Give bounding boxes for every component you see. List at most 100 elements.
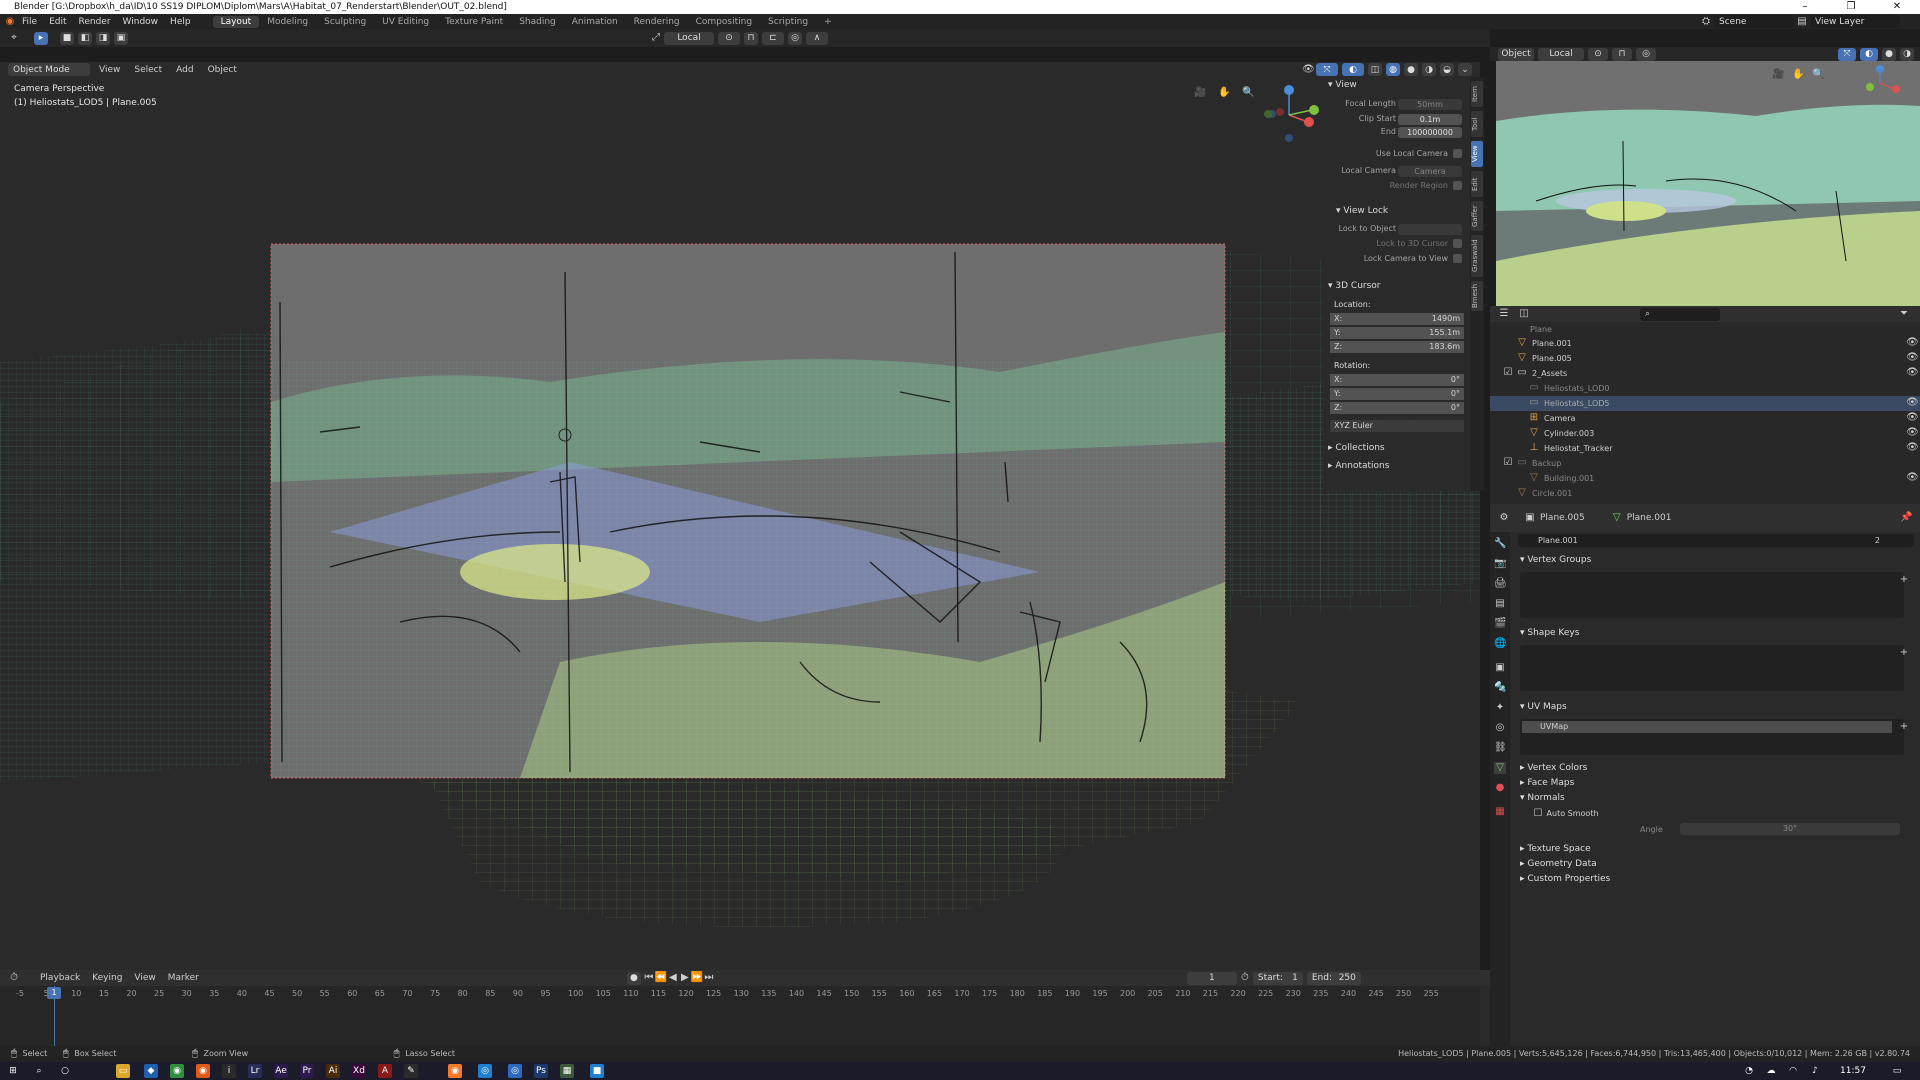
wifi-icon[interactable]: ◠ xyxy=(1786,1064,1800,1078)
outliner-row-plane-001[interactable]: ▽ Plane.001 👁 xyxy=(1490,336,1920,351)
outliner-row-heliostat-tracker[interactable]: ⊥ Heliostat_Tracker 👁 xyxy=(1490,441,1920,456)
face-maps-header[interactable]: ▸ Face Maps xyxy=(1520,778,1574,788)
visibility-eye-icon[interactable]: 👁 xyxy=(1906,337,1919,349)
start-frame-field[interactable]: Start: 1 xyxy=(1252,971,1303,985)
firefox-icon[interactable]: ◉ xyxy=(196,1064,210,1078)
snap-toggle[interactable]: ⊓ xyxy=(744,31,758,45)
tab-compositing[interactable]: Compositing xyxy=(688,16,760,28)
view-layer-selector[interactable]: View Layer xyxy=(1810,15,1900,28)
navigation-gizmo[interactable] xyxy=(1254,80,1324,150)
transform-orientation-dropdown[interactable]: Local xyxy=(664,31,714,45)
security-icon[interactable]: ◆ xyxy=(144,1064,158,1078)
constraints-tab-icon[interactable]: ⛓ xyxy=(1494,742,1507,754)
after-effects-icon[interactable]: Ae xyxy=(274,1064,288,1078)
preview-shading-material[interactable]: ◑ xyxy=(1900,47,1914,61)
jump-start-icon[interactable]: ⏮ xyxy=(643,972,655,984)
play-icon[interactable]: ▶ xyxy=(679,972,691,984)
proportional-falloff-dropdown[interactable]: ∧ xyxy=(806,31,828,45)
shape-keys-list[interactable] xyxy=(1520,645,1904,691)
outliner-row-circle-001[interactable]: ▽ Circle.001 xyxy=(1490,486,1920,501)
view-lock-section-header[interactable]: ▾ View Lock xyxy=(1336,206,1388,216)
preview-overlay-toggle[interactable]: ◐ xyxy=(1860,47,1878,61)
jump-end-icon[interactable]: ⏭ xyxy=(703,972,715,984)
minimize-button[interactable]: – xyxy=(1782,0,1828,14)
search-icon[interactable]: ⌕ xyxy=(32,1064,46,1078)
info-app-icon[interactable]: i xyxy=(222,1064,236,1078)
user-count[interactable]: 2 xyxy=(1875,534,1880,547)
collection-checkbox[interactable]: ☑ xyxy=(1502,457,1514,469)
record-button[interactable]: ● xyxy=(626,971,641,985)
outliner-row-heliostats-lod0[interactable]: ▭ Heliostats_LOD0 xyxy=(1490,381,1920,396)
cursor-location-z[interactable]: Z: 183.6m xyxy=(1330,341,1464,353)
collection-checkbox[interactable]: ☑ xyxy=(1502,367,1514,379)
lock-to-object-field[interactable] xyxy=(1398,224,1462,235)
preview-snap-toggle[interactable]: ⊓ xyxy=(1612,47,1632,61)
camera-view-icon[interactable]: 🎥 xyxy=(1194,87,1206,99)
properties-data-name[interactable]: Plane.001 xyxy=(1627,513,1672,523)
vertex-colors-header[interactable]: ▸ Vertex Colors xyxy=(1520,763,1587,773)
visibility-eye-icon[interactable]: 👁 xyxy=(1906,442,1919,454)
sidebar-tab-bmesh[interactable]: Bmesh xyxy=(1471,281,1483,311)
preview-mode-dropdown[interactable]: Object xyxy=(1498,47,1534,61)
timeline-menu-playback[interactable]: Playback xyxy=(34,973,86,983)
lock-to-cursor-checkbox[interactable] xyxy=(1453,239,1462,248)
pan-hand-icon[interactable]: ✋ xyxy=(1218,87,1230,99)
vertex-groups-header[interactable]: ▾ Vertex Groups xyxy=(1520,555,1591,565)
data-tab-icon[interactable]: ▽ xyxy=(1494,762,1506,774)
preview-range-icon[interactable]: ⏱ xyxy=(1239,972,1251,984)
tool-tab-icon[interactable]: 🔧 xyxy=(1494,538,1506,550)
add-workspace-button[interactable]: + xyxy=(816,16,840,28)
collections-section-header[interactable]: ▸ Collections xyxy=(1328,443,1385,453)
add-uv-map-button[interactable]: + xyxy=(1898,721,1910,733)
focal-length-field[interactable]: 50mm xyxy=(1398,99,1462,110)
shading-solid-button[interactable]: ● xyxy=(1404,63,1418,76)
sidebar-tab-edit[interactable]: Edit xyxy=(1471,171,1483,197)
outliner-row-plane[interactable]: Plane xyxy=(1490,322,1920,337)
add-vertex-group-button[interactable]: + xyxy=(1898,574,1910,586)
shading-options-dropdown[interactable]: ⌄ xyxy=(1458,63,1472,76)
select-mode-new-button[interactable]: ■ xyxy=(60,31,74,45)
preview-zoom-icon[interactable]: 🔍 xyxy=(1812,69,1824,81)
uv-maps-list[interactable]: UVMap xyxy=(1520,719,1904,755)
outliner-display-mode-icon[interactable]: ◫ xyxy=(1518,308,1530,320)
playhead-frame-badge[interactable]: 1 xyxy=(47,987,61,999)
menu-window[interactable]: Window xyxy=(117,17,165,27)
acrobat-icon[interactable]: A xyxy=(378,1064,392,1078)
blender-logo-icon[interactable]: ◉ xyxy=(4,16,16,28)
clock[interactable]: 11:57 xyxy=(1840,1064,1866,1078)
rotation-mode-dropdown[interactable]: XYZ Euler xyxy=(1330,420,1464,432)
local-camera-field[interactable]: Camera xyxy=(1398,166,1462,177)
texture-space-header[interactable]: ▸ Texture Space xyxy=(1520,844,1591,854)
viewport-menu-select[interactable]: Select xyxy=(127,65,169,75)
app-icon-blue-2[interactable]: ◎ xyxy=(508,1064,522,1078)
shape-keys-header[interactable]: ▾ Shape Keys xyxy=(1520,628,1579,638)
photoshop-icon[interactable]: Ps xyxy=(534,1064,548,1078)
timeline-editor-icon[interactable]: ⏱ xyxy=(8,972,20,984)
menu-help[interactable]: Help xyxy=(164,17,197,27)
outliner-row-plane-005[interactable]: ▽ Plane.005 👁 xyxy=(1490,351,1920,366)
clip-start-field[interactable]: 0.1m xyxy=(1398,114,1462,125)
properties-object-name[interactable]: Plane.005 xyxy=(1540,513,1585,523)
jump-prev-keyframe-icon[interactable]: ⏪ xyxy=(655,972,667,984)
particles-tab-icon[interactable]: ✦ xyxy=(1494,702,1506,714)
close-button[interactable]: ✕ xyxy=(1874,0,1920,14)
tray-icon-1[interactable]: ◔ xyxy=(1742,1064,1756,1078)
outliner-search-input[interactable]: ⌕ xyxy=(1640,307,1720,321)
pin-icon[interactable]: 📌 xyxy=(1900,512,1912,524)
sidebar-tab-item[interactable]: Item xyxy=(1471,81,1483,107)
blender-taskbar-icon[interactable]: ◉ xyxy=(448,1064,462,1078)
cursor-location-y[interactable]: Y: 155.1m xyxy=(1330,327,1464,339)
cursor-rotation-x[interactable]: X: 0° xyxy=(1330,374,1464,386)
uv-map-item[interactable]: UVMap xyxy=(1522,721,1892,733)
outliner-editor-icon[interactable]: ☰ xyxy=(1498,308,1510,320)
sidebar-tab-gaffer[interactable]: Gaffer xyxy=(1471,201,1483,231)
outliner-row-backup[interactable]: ☑ ▭ Backup xyxy=(1490,456,1920,471)
cursor-rotation-z[interactable]: Z: 0° xyxy=(1330,402,1464,414)
visibility-eye-icon[interactable]: 👁 xyxy=(1906,352,1919,364)
current-frame-field[interactable]: 1 xyxy=(1186,971,1237,985)
annotations-section-header[interactable]: ▸ Annotations xyxy=(1328,461,1389,471)
geometry-data-header[interactable]: ▸ Geometry Data xyxy=(1520,859,1597,869)
start-menu-icon[interactable]: ⊞ xyxy=(6,1064,20,1078)
view-section-header[interactable]: ▾ View xyxy=(1328,80,1357,90)
material-tab-icon[interactable]: ● xyxy=(1494,782,1506,794)
